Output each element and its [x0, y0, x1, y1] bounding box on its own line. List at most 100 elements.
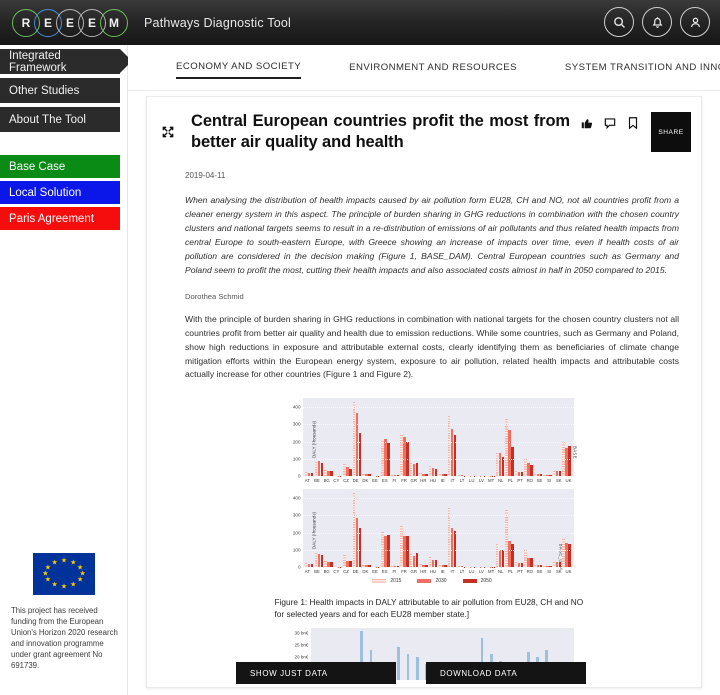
chart-bar-group — [409, 489, 419, 568]
chart-bar-group — [543, 489, 553, 568]
show-just-data-button[interactable]: SHOW JUST DATA — [236, 662, 396, 684]
chart-xtick-label: PL — [507, 569, 514, 575]
chart-ytick-label: 0 — [297, 564, 301, 570]
search-icon[interactable] — [604, 7, 634, 37]
chart-bar-group — [467, 398, 477, 477]
chart-xtick-label: LT — [459, 478, 465, 484]
logo-circle-m: M — [100, 8, 128, 37]
chart-bar-group — [428, 489, 438, 568]
logo-letter: M — [109, 15, 119, 30]
chart-bar-group — [514, 489, 524, 568]
top-bar: R E E E M Pathways Diagnostic Tool — [0, 0, 720, 45]
eu-flag-icon: ★ ★ ★ ★ ★ ★ ★ ★ ★ ★ ★ ★ — [33, 553, 95, 595]
case-button-paris-agreement[interactable]: Paris Agreement — [0, 207, 120, 230]
sidebar-item-other-studies[interactable]: Other Studies — [0, 78, 120, 103]
chart-bar-group — [343, 398, 353, 477]
tab-environment-and-resources[interactable]: ENVIRONMENT AND RESOURCES — [349, 58, 517, 78]
chart-bar-group — [476, 489, 486, 568]
sidebar-item-about-the-tool[interactable]: About The Tool — [0, 107, 120, 132]
chart-xtick-label: CY — [333, 569, 340, 575]
chart-xtick-label: BG — [323, 478, 330, 484]
bookmark-icon[interactable] — [626, 116, 640, 130]
chart-xtick-label: UK — [565, 478, 572, 484]
chart-bar — [568, 543, 571, 568]
sidebar-divider — [0, 136, 127, 152]
chart-ytick-label: 25 bn€ — [294, 642, 309, 648]
chart-bar-group — [314, 489, 324, 568]
chart-xtick-label: FR — [401, 478, 407, 484]
chart-bar-group — [447, 398, 457, 477]
user-icon[interactable] — [680, 7, 710, 37]
chart-bar-group — [333, 398, 343, 477]
chart-bar-group — [562, 398, 572, 477]
chart-bar-group — [400, 489, 410, 568]
chart-bar-group — [305, 489, 315, 568]
comment-icon[interactable] — [603, 116, 617, 130]
share-button[interactable]: SHARE — [651, 112, 691, 152]
download-data-button[interactable]: DOWNLOAD DATA — [426, 662, 586, 684]
chart-xtick-label: DK — [362, 569, 369, 575]
article-abstract: When analysing the distribution of healt… — [185, 195, 679, 275]
chart-xtick-label: HR — [420, 569, 427, 575]
chart-xtick-label: AT — [304, 569, 310, 575]
chart-xtick-label: UK — [565, 569, 572, 575]
chart-xtick-label: AT — [304, 478, 310, 484]
reeem-logo[interactable]: R E E E M — [12, 7, 128, 39]
chart-bar-group — [505, 489, 515, 568]
chart-plot-area: DALY (thousands) BASE 0 100 200 300 400 — [293, 398, 578, 479]
chart-xtick-label: FR — [401, 569, 407, 575]
chart-xtick-label: LV — [478, 478, 484, 484]
chart-bar-group — [333, 489, 343, 568]
sidebar-item-integrated-framework[interactable]: Integrated Framework — [0, 49, 132, 74]
tab-system-transition-and-innovation[interactable]: SYSTEM TRANSITION AND INNOVATION — [565, 58, 720, 78]
chart-ytick-label: 100 — [292, 456, 301, 462]
chart-xtick-label: HU — [429, 478, 437, 484]
chart-bar-group — [533, 398, 543, 477]
chart-bar-group — [409, 398, 419, 477]
chart-ytick-label: 0 — [297, 473, 301, 479]
chart-bar-group — [543, 398, 553, 477]
eu-star-icon: ★ — [70, 559, 77, 567]
chart-bar-group — [495, 398, 505, 477]
chart-xtick-label: LU — [469, 569, 475, 575]
article-body: 2019-04-11 When analysing the distributi… — [147, 153, 701, 681]
chart-bar-group — [324, 489, 334, 568]
chart-bar-group — [438, 398, 448, 477]
thumbs-up-icon[interactable] — [580, 116, 594, 130]
case-button-label: Paris Agreement — [9, 212, 95, 225]
case-button-label: Local Solution — [9, 186, 82, 199]
chart-bar-group — [495, 489, 505, 568]
case-button-local-solution[interactable]: Local Solution — [0, 181, 120, 204]
chart-bar-group — [371, 489, 381, 568]
chart-xtick-label: IT — [450, 478, 455, 484]
app-title: Pathways Diagnostic Tool — [144, 15, 292, 30]
data-action-bar: SHOW JUST DATA DOWNLOAD DATA — [146, 662, 702, 684]
chart-bar-group — [381, 489, 391, 568]
chart-xtick-label: EE — [372, 569, 378, 575]
chart-xtick-label: DK — [362, 478, 369, 484]
article-paragraph: With the principle of burden sharing in … — [185, 313, 679, 380]
chart-bar-group — [314, 398, 324, 477]
chart-x-axis: AT BE BG CY CZ DE DK EE ES FI FR GR HR HU IE IT LT LU LV MT… — [303, 567, 574, 574]
logo-letter: E — [43, 15, 52, 30]
chart-gridline — [302, 532, 574, 534]
eu-star-icon: ★ — [44, 564, 52, 572]
chart-xtick-label: SK — [555, 569, 562, 575]
chart-xtick-label: CZ — [343, 478, 349, 484]
expand-icon[interactable] — [161, 111, 177, 153]
chart-xtick-label: GR — [410, 569, 417, 575]
chart-bar-group — [514, 398, 524, 477]
chart-bar-group — [390, 489, 400, 568]
tab-economy-and-society[interactable]: ECONOMY AND SOCIETY — [176, 57, 302, 79]
chart-bar-group — [352, 398, 362, 477]
chart-xtick-label: LT — [459, 569, 465, 575]
chart-xtick-label: RO — [526, 478, 534, 484]
chart-x-axis: AT BE BG CY CZ DE DK EE ES FI FR GR HR HU IE IT LT LU LV MT… — [303, 476, 574, 483]
chart-bar-group — [371, 398, 381, 477]
case-button-base-case[interactable]: Base Case — [0, 155, 120, 178]
chart-bar-group — [486, 398, 496, 477]
bell-icon[interactable] — [642, 7, 672, 37]
chart-panel-tag: BASE — [572, 446, 578, 460]
eu-star-icon: ★ — [42, 570, 49, 578]
chart-xtick-label: IE — [440, 478, 445, 484]
